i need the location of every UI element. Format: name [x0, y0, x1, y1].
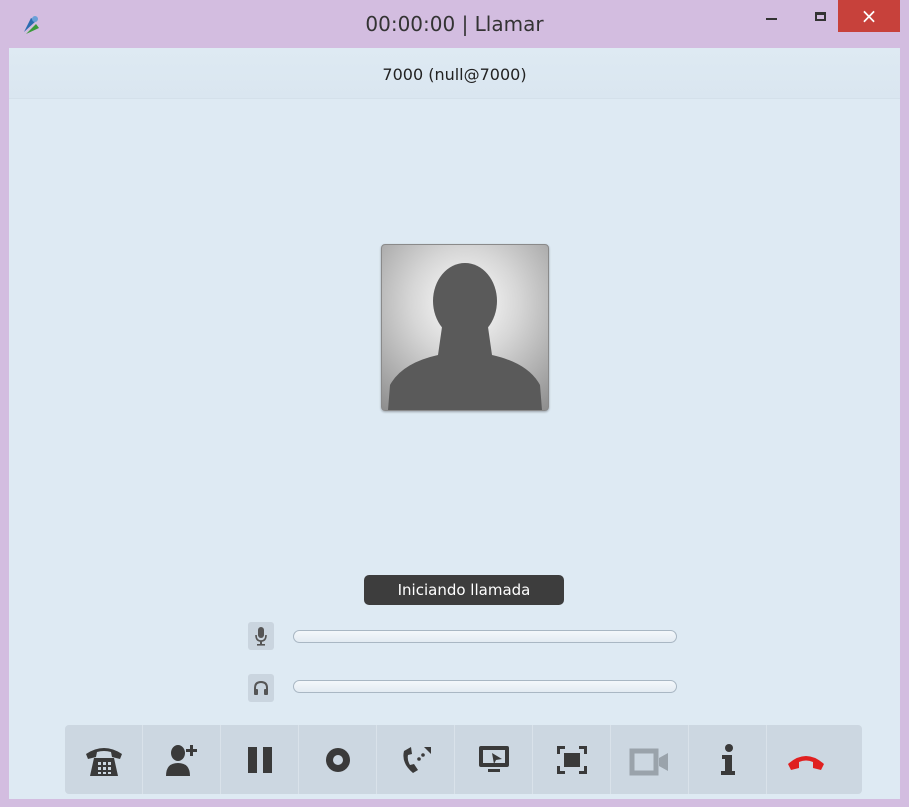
call-status-badge: Iniciando llamada	[364, 575, 564, 605]
video-camera-icon	[629, 748, 668, 775]
minimize-icon	[765, 18, 777, 20]
maximize-button[interactable]	[805, 0, 835, 32]
transfer-icon	[402, 746, 431, 773]
speaker-level-bar	[293, 680, 677, 693]
call-toolbar	[65, 725, 862, 794]
desktop-share-icon	[478, 745, 509, 772]
record-icon	[325, 747, 350, 772]
add-user-icon	[165, 744, 197, 776]
microphone-icon[interactable]	[248, 622, 274, 650]
contact-name: 7000 (null@7000)	[382, 65, 527, 84]
title-bar: 00:00:00 | Llamar ×	[0, 0, 909, 48]
add-participant-button[interactable]	[143, 725, 221, 794]
fullscreen-icon	[556, 745, 587, 774]
share-screen-button[interactable]	[455, 725, 533, 794]
minimize-button[interactable]	[748, 0, 794, 32]
avatar	[381, 244, 549, 411]
info-icon	[720, 743, 735, 775]
record-button[interactable]	[299, 725, 377, 794]
transfer-button[interactable]	[377, 725, 455, 794]
pause-icon	[247, 746, 272, 773]
dialpad-phone-icon	[85, 747, 122, 776]
video-button[interactable]	[611, 725, 689, 794]
hold-button[interactable]	[221, 725, 299, 794]
hangup-button[interactable]	[767, 725, 845, 794]
close-icon: ×	[860, 4, 878, 28]
headphones-icon[interactable]	[248, 674, 274, 702]
dialpad-button[interactable]	[65, 725, 143, 794]
maximize-icon	[814, 11, 826, 21]
fullscreen-button[interactable]	[533, 725, 611, 794]
contact-header: 7000 (null@7000)	[9, 48, 900, 99]
microphone-level-bar	[293, 630, 677, 643]
call-window-content: 7000 (null@7000) Iniciando llamada	[9, 48, 900, 799]
hangup-icon	[788, 755, 824, 770]
person-silhouette-icon	[388, 263, 542, 410]
info-button[interactable]	[689, 725, 767, 794]
close-button[interactable]: ×	[838, 0, 900, 32]
